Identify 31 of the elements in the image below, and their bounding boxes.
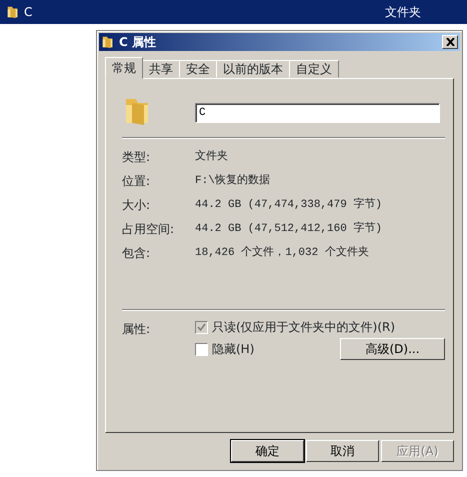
folder-icon <box>101 35 115 49</box>
property-value: 文件夹 <box>195 148 228 165</box>
tab[interactable]: 共享 <box>142 60 180 78</box>
attributes-label: 属性: <box>122 321 152 338</box>
tab[interactable]: 安全 <box>179 60 217 78</box>
folder-icon <box>6 5 20 19</box>
property-label: 位置: <box>122 173 152 190</box>
advanced-button[interactable]: 高级(D)... <box>340 338 445 360</box>
property-label: 占用空间: <box>122 221 176 238</box>
checkbox[interactable]: 只读(仅应用于文件夹中的文件)(R) <box>195 318 396 336</box>
name-field[interactable]: C <box>195 103 440 123</box>
property-value: 18,426 个文件，1,032 个文件夹 <box>195 244 369 261</box>
property-value: 44.2 GB (47,512,412,160 字节) <box>195 220 382 237</box>
tab[interactable]: 以前的版本 <box>216 60 290 78</box>
close-icon <box>446 38 454 46</box>
file-name: C <box>24 4 34 21</box>
tab[interactable]: 自定义 <box>289 60 339 78</box>
dialog-button[interactable]: 确定 <box>231 440 304 462</box>
property-label: 类型: <box>122 149 152 166</box>
close-button[interactable] <box>442 35 458 49</box>
tab[interactable]: 常规 <box>105 57 143 79</box>
property-value: 44.2 GB (47,474,338,479 字节) <box>195 196 382 213</box>
file-row[interactable]: C 文件夹 <box>0 0 467 24</box>
property-value: F:\恢复的数据 <box>195 173 270 189</box>
dialog-button[interactable]: 取消 <box>306 440 379 462</box>
window-title: C 属性 <box>119 34 157 51</box>
checkbox[interactable]: 隐藏(H) <box>195 340 254 358</box>
file-type: 文件夹 <box>385 4 421 21</box>
checkmark-icon <box>197 322 206 332</box>
property-label: 大小: <box>122 197 152 214</box>
property-label: 包含: <box>122 245 152 262</box>
